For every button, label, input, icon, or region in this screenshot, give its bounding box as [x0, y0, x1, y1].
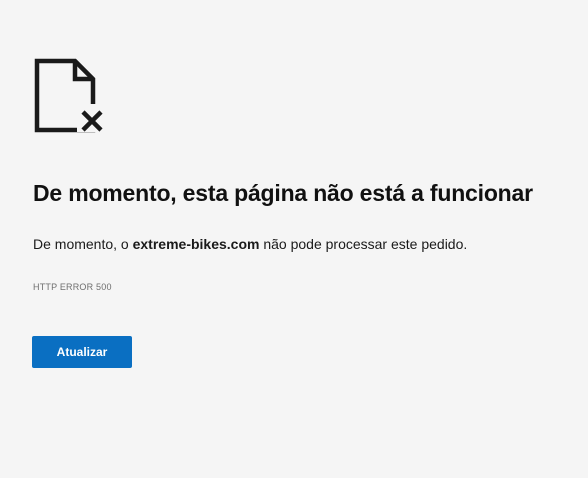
reload-button[interactable]: Atualizar: [32, 336, 132, 368]
error-code: HTTP ERROR 500: [33, 282, 112, 292]
error-message-suffix: não pode processar este pedido.: [259, 236, 468, 252]
host-name: extreme-bikes.com: [132, 236, 260, 252]
error-message: De momento, o extreme-bikes.com não pode…: [33, 236, 467, 252]
error-page: De momento, esta página não está a funci…: [0, 0, 588, 478]
error-message-prefix: De momento, o: [33, 236, 133, 252]
page-title: De momento, esta página não está a funci…: [33, 180, 533, 206]
file-error-icon: [34, 58, 103, 133]
